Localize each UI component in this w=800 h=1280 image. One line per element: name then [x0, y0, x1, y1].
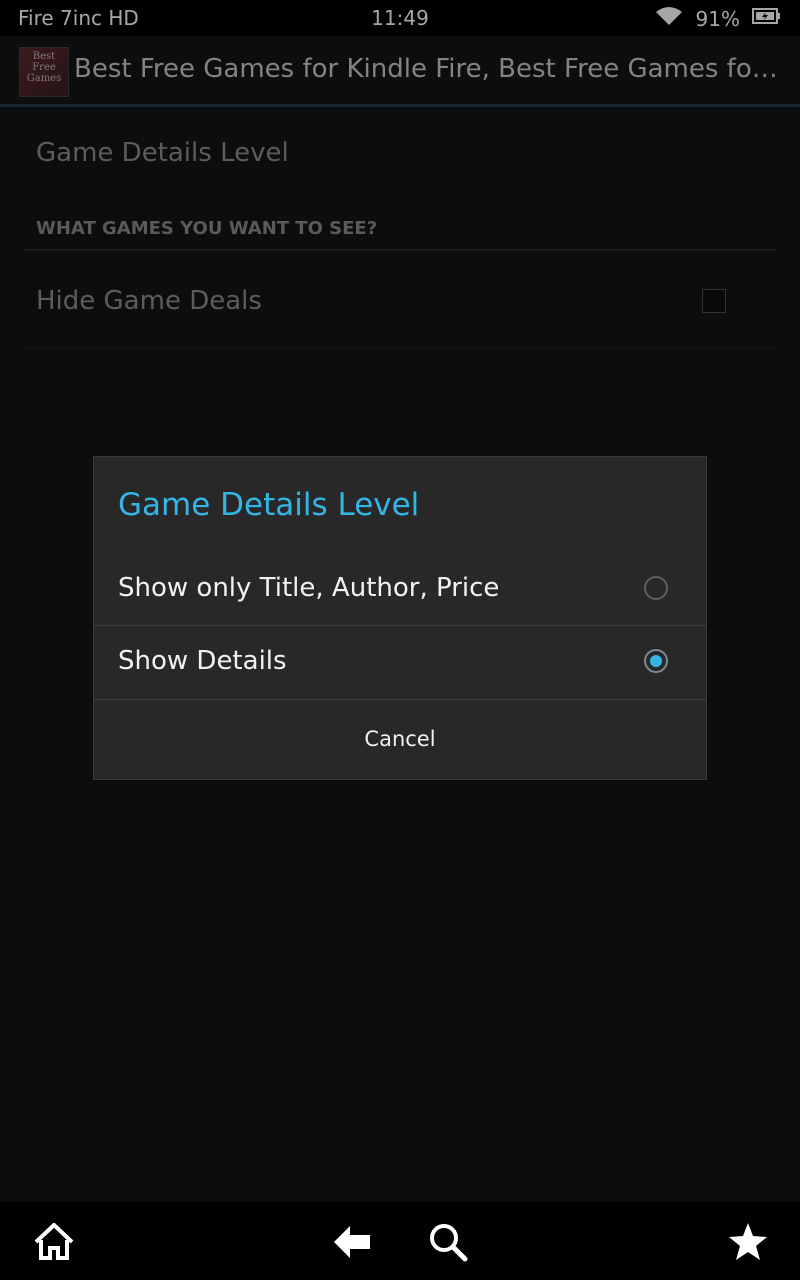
screen: Fire 7inc HD 11:49 91% Best Free Games B… [0, 0, 800, 1280]
cancel-label: Cancel [364, 727, 436, 751]
option-show-details[interactable]: Show Details [94, 626, 706, 698]
game-details-level-dialog: Game Details Level Show only Title, Auth… [94, 457, 706, 779]
home-icon[interactable] [32, 1220, 76, 1264]
radio-selected-icon[interactable] [644, 649, 668, 673]
option-divider [94, 699, 706, 700]
option-title-author-price[interactable]: Show only Title, Author, Price [94, 553, 706, 625]
option-label: Show Details [118, 646, 287, 676]
dialog-title: Game Details Level [118, 487, 420, 523]
option-label: Show only Title, Author, Price [118, 573, 500, 603]
nav-bar [0, 1202, 800, 1280]
back-icon[interactable] [330, 1220, 374, 1264]
favorites-star-icon[interactable] [726, 1220, 770, 1264]
radio-unselected-icon[interactable] [644, 576, 668, 600]
cancel-button[interactable]: Cancel [94, 701, 706, 779]
search-icon[interactable] [426, 1220, 470, 1264]
